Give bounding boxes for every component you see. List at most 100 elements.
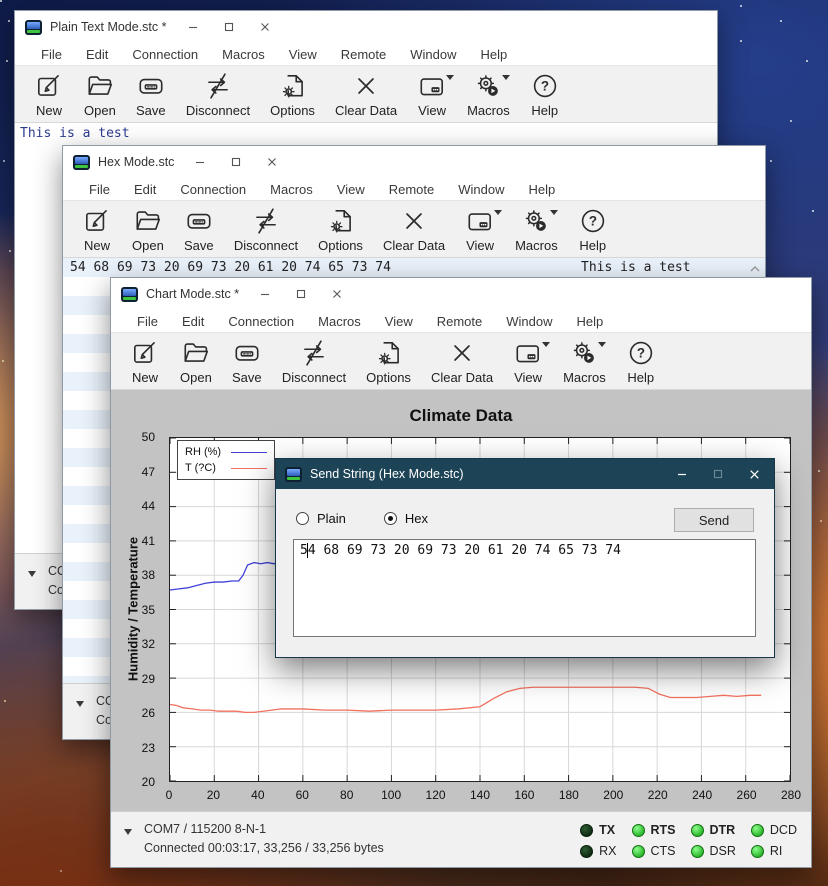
- open-button[interactable]: Open: [173, 335, 219, 388]
- dialog-body: Plain Hex Send 54 68 69 73 20 69 73 20 6…: [276, 489, 774, 657]
- y-tick-label: 32: [142, 637, 155, 651]
- menu-window[interactable]: Window: [446, 182, 516, 197]
- menu-remote[interactable]: Remote: [425, 314, 495, 329]
- toolbar-label: Open: [180, 370, 212, 385]
- maximize-button[interactable]: [218, 150, 254, 174]
- save-button[interactable]: Save: [177, 203, 221, 256]
- menu-macros[interactable]: Macros: [210, 47, 277, 62]
- menu-remote[interactable]: Remote: [329, 47, 399, 62]
- clear-data-button[interactable]: Clear Data: [424, 335, 500, 388]
- help-button[interactable]: ? Help: [619, 335, 663, 388]
- menu-edit[interactable]: Edit: [74, 47, 120, 62]
- options-button[interactable]: Options: [359, 335, 418, 388]
- macros-button[interactable]: Macros: [460, 68, 517, 121]
- menu-macros[interactable]: Macros: [306, 314, 373, 329]
- disconnect-button[interactable]: Disconnect: [227, 203, 305, 256]
- new-button[interactable]: New: [75, 203, 119, 256]
- status-dropdown-icon[interactable]: [28, 571, 36, 577]
- disconnect-button[interactable]: Disconnect: [179, 68, 257, 121]
- titlebar[interactable]: Hex Mode.stc: [63, 146, 765, 178]
- led-indicator: [751, 845, 764, 858]
- menu-connection[interactable]: Connection: [120, 47, 210, 62]
- minimize-button[interactable]: [175, 15, 211, 39]
- toolbar-label: Macros: [515, 238, 558, 253]
- led-tx: TX: [580, 821, 616, 839]
- help-button[interactable]: ? Help: [523, 68, 567, 121]
- clear-x-icon: [447, 338, 477, 368]
- menu-edit[interactable]: Edit: [170, 314, 216, 329]
- menu-help[interactable]: Help: [517, 182, 568, 197]
- toolbar-label: Disconnect: [186, 103, 250, 118]
- titlebar[interactable]: Plain Text Mode.stc *: [15, 11, 717, 43]
- radio-plain-label: Plain: [317, 511, 346, 526]
- view-button[interactable]: View: [458, 203, 502, 256]
- menu-view[interactable]: View: [373, 314, 425, 329]
- maximize-button[interactable]: [211, 15, 247, 39]
- options-button[interactable]: Options: [311, 203, 370, 256]
- maximize-button[interactable]: [283, 282, 319, 306]
- disconnect-button[interactable]: Disconnect: [275, 335, 353, 388]
- svg-text:?: ?: [541, 78, 549, 93]
- dialog-titlebar[interactable]: Send String (Hex Mode.stc): [276, 459, 774, 489]
- send-button[interactable]: Send: [674, 508, 754, 532]
- menu-edit[interactable]: Edit: [122, 182, 168, 197]
- menu-remote[interactable]: Remote: [377, 182, 447, 197]
- menu-help[interactable]: Help: [565, 314, 616, 329]
- radio-plain[interactable]: [296, 512, 309, 525]
- save-button[interactable]: Save: [129, 68, 173, 121]
- x-axis-ticks: 020406080100120140160180200220240260280: [169, 786, 791, 802]
- close-button[interactable]: [254, 150, 290, 174]
- led-label: DSR: [710, 844, 736, 858]
- new-button[interactable]: New: [123, 335, 167, 388]
- led-cts: CTS: [632, 842, 676, 860]
- clear-data-button[interactable]: Clear Data: [328, 68, 404, 121]
- close-button[interactable]: [247, 15, 283, 39]
- help-icon: ?: [530, 71, 560, 101]
- x-tick-label: 80: [340, 788, 353, 802]
- y-tick-label: 20: [142, 775, 155, 789]
- menu-help[interactable]: Help: [469, 47, 520, 62]
- titlebar[interactable]: Chart Mode.stc *: [111, 278, 811, 310]
- menu-window[interactable]: Window: [494, 314, 564, 329]
- macros-button[interactable]: Macros: [508, 203, 565, 256]
- led-label: RTS: [651, 823, 676, 837]
- open-button[interactable]: Open: [125, 203, 171, 256]
- toolbar-label: Save: [136, 103, 166, 118]
- toolbar: New Open Save Disconnect: [111, 332, 811, 390]
- received-text: This is a test: [15, 123, 717, 144]
- radio-hex[interactable]: [384, 512, 397, 525]
- menu-macros[interactable]: Macros: [258, 182, 325, 197]
- open-button[interactable]: Open: [77, 68, 123, 121]
- menu-file[interactable]: File: [29, 47, 74, 62]
- menu-file[interactable]: File: [77, 182, 122, 197]
- led-label: DTR: [710, 823, 736, 837]
- macros-button[interactable]: Macros: [556, 335, 613, 388]
- close-button[interactable]: [736, 462, 772, 486]
- clear-data-button[interactable]: Clear Data: [376, 203, 452, 256]
- menu-connection[interactable]: Connection: [168, 182, 258, 197]
- view-button[interactable]: View: [410, 68, 454, 121]
- toolbar: New Open Save Disconnect: [63, 200, 765, 258]
- menu-view[interactable]: View: [325, 182, 377, 197]
- x-tick-label: 40: [251, 788, 264, 802]
- menu-window[interactable]: Window: [398, 47, 468, 62]
- desktop: { "shared": { "menu": ["File", "Edit", "…: [0, 0, 828, 886]
- menu-connection[interactable]: Connection: [216, 314, 306, 329]
- save-button[interactable]: Save: [225, 335, 269, 388]
- options-button[interactable]: Options: [263, 68, 322, 121]
- minimize-button[interactable]: [664, 462, 700, 486]
- status-dropdown-icon[interactable]: [124, 829, 132, 835]
- x-tick-label: 120: [426, 788, 446, 802]
- new-button[interactable]: New: [27, 68, 71, 121]
- close-button[interactable]: [319, 282, 355, 306]
- status-dropdown-icon[interactable]: [76, 701, 84, 707]
- view-button[interactable]: View: [506, 335, 550, 388]
- toolbar-label: View: [418, 103, 446, 118]
- window-controls: [664, 462, 772, 486]
- menu-view[interactable]: View: [277, 47, 329, 62]
- minimize-button[interactable]: [247, 282, 283, 306]
- send-string-input[interactable]: 54 68 69 73 20 69 73 20 61 20 74 65 73 7…: [293, 539, 756, 637]
- minimize-button[interactable]: [182, 150, 218, 174]
- menu-file[interactable]: File: [125, 314, 170, 329]
- help-button[interactable]: ? Help: [571, 203, 615, 256]
